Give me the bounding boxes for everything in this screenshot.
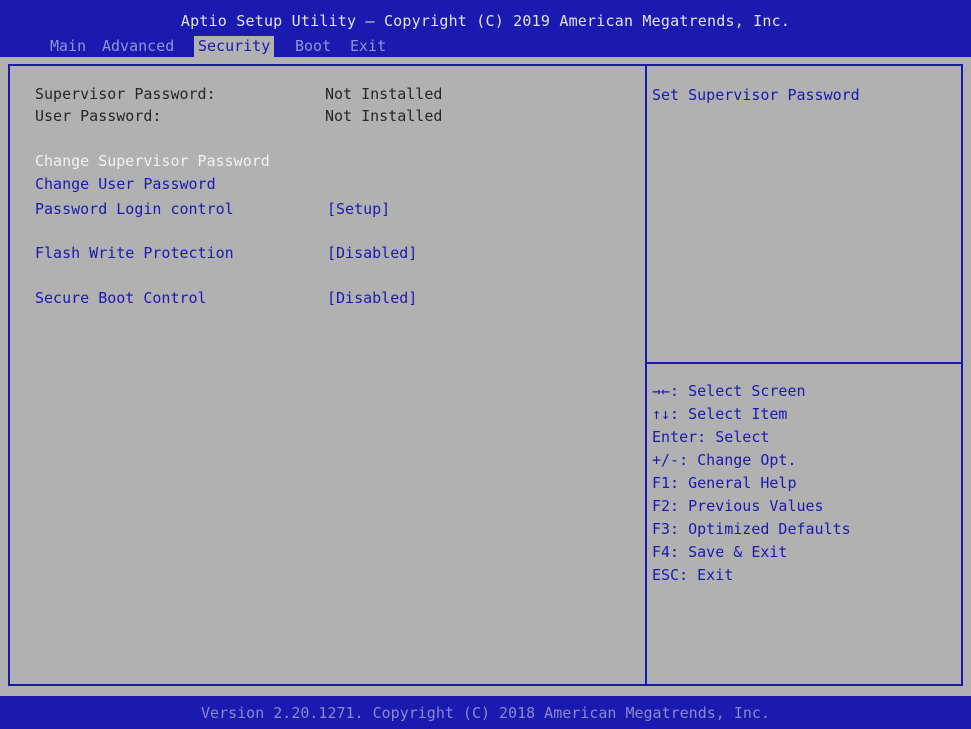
menu-item-label: Flash Write Protection bbox=[35, 244, 234, 262]
panel-divider bbox=[645, 64, 647, 686]
menu-item-password-login-control[interactable]: Password Login control [Setup] bbox=[35, 199, 390, 219]
supervisor-password-label: Supervisor Password: bbox=[35, 85, 216, 103]
help-description: Set Supervisor Password bbox=[652, 86, 860, 104]
key-select-item: ↑↓: Select Item bbox=[652, 405, 788, 423]
menu-item-change-supervisor-password[interactable]: Change Supervisor Password bbox=[35, 151, 270, 171]
header-bar: Aptio Setup Utility – Copyright (C) 2019… bbox=[0, 0, 971, 57]
app-title: Aptio Setup Utility – Copyright (C) 2019… bbox=[180, 12, 791, 30]
menu-item-label: Change User Password bbox=[35, 175, 216, 193]
menu-item-label: Password Login control bbox=[35, 200, 234, 218]
tab-advanced[interactable]: Advanced bbox=[98, 36, 178, 57]
user-password-value: Not Installed bbox=[325, 107, 443, 125]
supervisor-password-value: Not Installed bbox=[325, 85, 443, 103]
tab-exit[interactable]: Exit bbox=[346, 36, 390, 57]
key-legend: →←: Select Screen ↑↓: Select Item Enter:… bbox=[652, 381, 851, 588]
menu-item-flash-write-protection[interactable]: Flash Write Protection [Disabled] bbox=[35, 243, 417, 263]
menu-item-secure-boot-control[interactable]: Secure Boot Control [Disabled] bbox=[35, 288, 417, 308]
user-password-label: User Password: bbox=[35, 107, 162, 125]
key-enter-select: Enter: Select bbox=[652, 428, 770, 446]
flash-write-protection-value[interactable]: [Disabled] bbox=[327, 243, 417, 263]
menu-item-label: Change Supervisor Password bbox=[35, 152, 270, 170]
key-change-opt: +/-: Change Opt. bbox=[652, 451, 797, 469]
help-separator bbox=[647, 362, 961, 364]
key-save-exit: F4: Save & Exit bbox=[652, 543, 788, 561]
tab-boot[interactable]: Boot bbox=[291, 36, 335, 57]
password-login-control-value[interactable]: [Setup] bbox=[327, 199, 390, 219]
supervisor-password-status: Supervisor Password: Not Installed bbox=[35, 84, 442, 104]
tab-security[interactable]: Security bbox=[194, 36, 275, 57]
key-esc-exit: ESC: Exit bbox=[652, 566, 734, 584]
key-optimized-defaults: F3: Optimized Defaults bbox=[652, 520, 851, 538]
secure-boot-control-value[interactable]: [Disabled] bbox=[327, 288, 417, 308]
user-password-status: User Password: Not Installed bbox=[35, 106, 442, 126]
key-previous-values: F2: Previous Values bbox=[652, 497, 824, 515]
menu-item-change-user-password[interactable]: Change User Password bbox=[35, 174, 216, 194]
key-select-screen: →←: Select Screen bbox=[652, 382, 806, 400]
tab-main[interactable]: Main bbox=[46, 36, 90, 57]
version-text: Version 2.20.1271. Copyright (C) 2018 Am… bbox=[201, 704, 770, 722]
footer-bar: Version 2.20.1271. Copyright (C) 2018 Am… bbox=[0, 696, 971, 729]
key-general-help: F1: General Help bbox=[652, 474, 797, 492]
menu-item-label: Secure Boot Control bbox=[35, 289, 207, 307]
